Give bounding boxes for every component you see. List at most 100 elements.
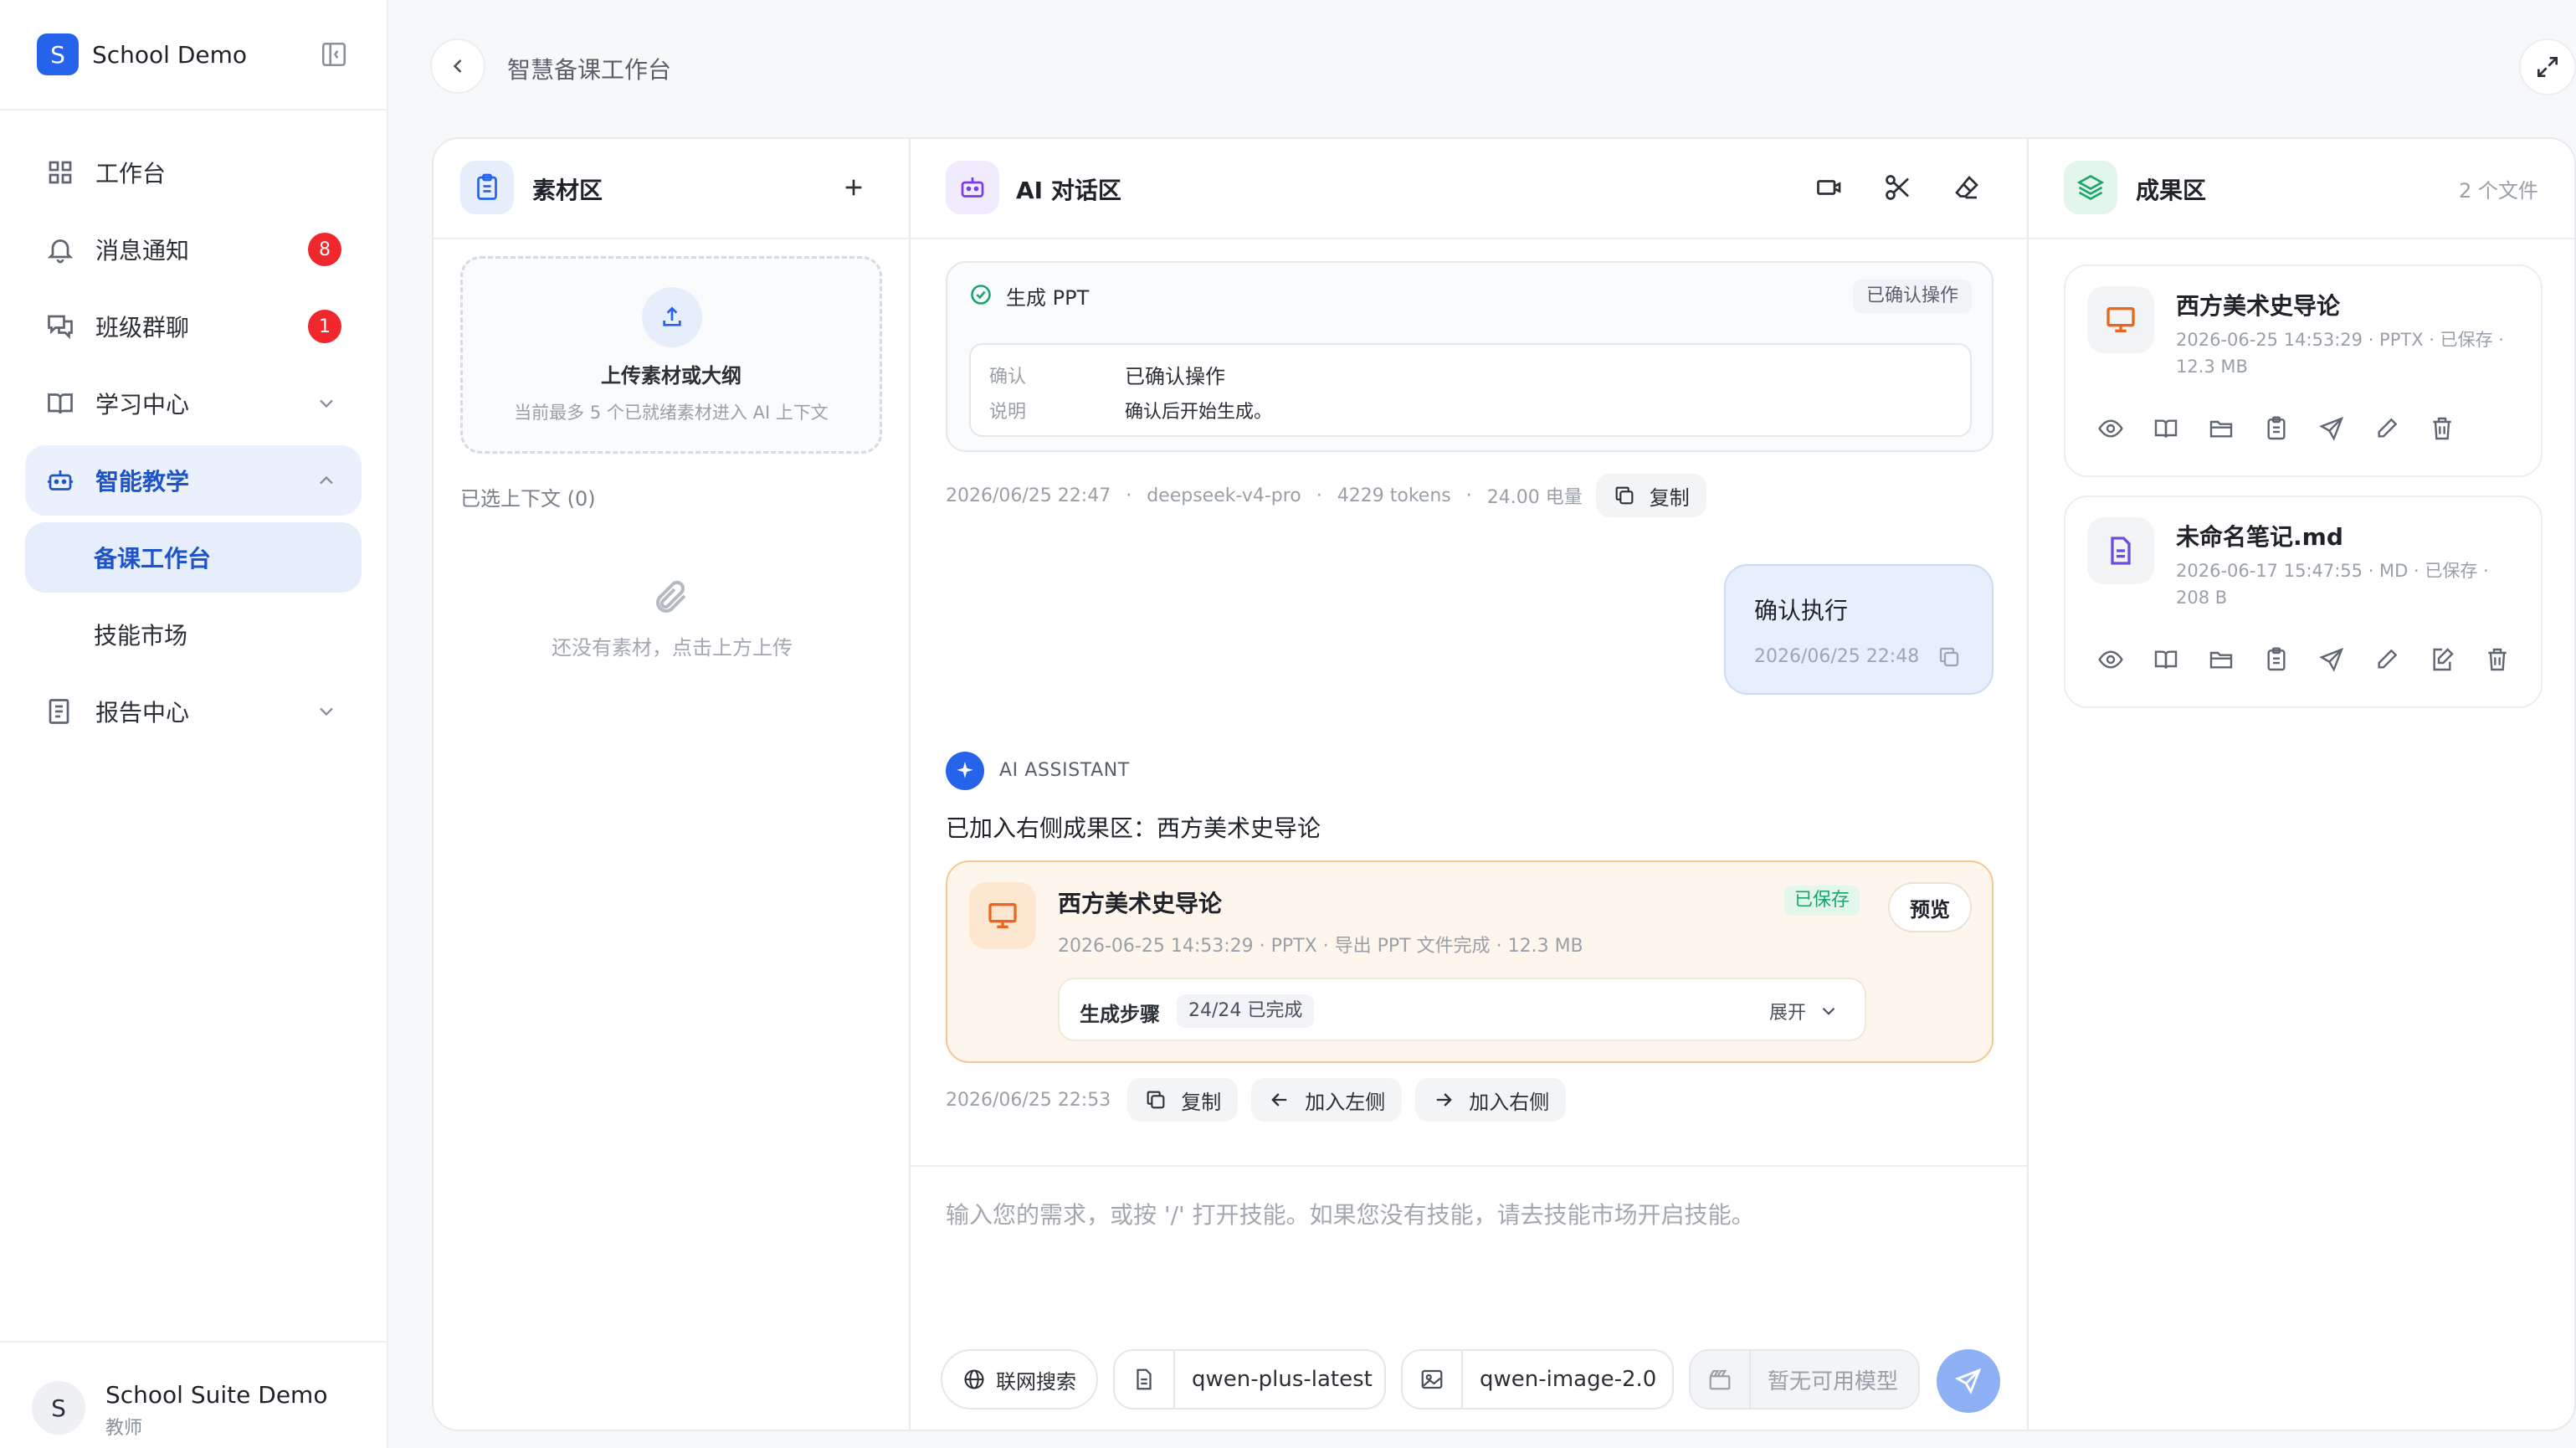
input-toolbar: 联网搜索 qwen-plus-latest qwen-image-2.0 暂无可…	[941, 1349, 1920, 1409]
eye-icon[interactable]	[2097, 415, 2153, 442]
assistant-label: AI ASSISTANT	[999, 760, 1130, 781]
sidebar: S School Demo 工作台 消息通知 8 班级群聊 1 学习中心 智能教…	[0, 0, 388, 1448]
result-card-title: 西方美术史导论	[1058, 890, 1223, 917]
sidebar-item-skill-market[interactable]: 技能市场	[25, 599, 362, 670]
copy-icon	[1615, 486, 1634, 505]
upload-title: 上传素材或大纲	[601, 364, 741, 388]
pencil-icon[interactable]	[2373, 415, 2429, 442]
file-card[interactable]: 西方美术史导论 2026-06-25 14:53:29 · PPTX · 已保存…	[2064, 264, 2543, 477]
sidebar-item-notifications[interactable]: 消息通知 8	[25, 214, 362, 285]
result-card: 西方美术史导论 2026-06-25 14:53:29 · PPTX · 导出 …	[946, 860, 1994, 1063]
user-message-text: 确认执行	[1754, 597, 1849, 624]
sidebar-divider	[0, 109, 388, 110]
web-search-toggle[interactable]: 联网搜索	[941, 1349, 1098, 1409]
book-icon[interactable]	[2153, 646, 2208, 673]
sidebar-item-label: 班级群聊	[95, 314, 190, 341]
back-button[interactable]	[430, 39, 485, 94]
logo-mark: S	[37, 33, 79, 75]
user-profile[interactable]: S School Suite Demo 教师	[0, 1341, 388, 1448]
pencil-icon[interactable]	[2373, 646, 2429, 673]
chat-title: AI 对话区	[1016, 177, 1121, 204]
chevron-down-icon	[1822, 1007, 1835, 1015]
sidebar-collapse-icon[interactable]	[320, 40, 348, 69]
clipboard-icon[interactable]	[2263, 646, 2318, 673]
chat-badge: 1	[308, 310, 341, 343]
generation-steps: 生成步骤 24/24 已完成 展开	[1058, 978, 1866, 1041]
file-meta: 2026-06-25 14:53:29 · PPTX · 已保存 · 12.3 …	[2176, 330, 2504, 377]
file-actions	[2097, 415, 2484, 442]
sidebar-item-label: 消息通知	[95, 237, 190, 264]
panel-divider	[434, 238, 911, 239]
eraser-icon[interactable]	[1952, 172, 1982, 203]
edit-note-icon[interactable]	[2429, 646, 2484, 673]
folder-icon[interactable]	[2208, 415, 2263, 442]
fullscreen-button[interactable]	[2519, 39, 2576, 95]
sidebar-nav: 工作台 消息通知 8 班级群聊 1 学习中心 智能教学 备课工作台 技能市场 报…	[25, 137, 362, 753]
check-circle-icon	[969, 283, 993, 306]
avatar: S	[32, 1381, 85, 1435]
context-label: 已选上下文 (0)	[460, 487, 596, 511]
clipboard-icon	[460, 161, 514, 214]
app-logo[interactable]: S School Demo	[37, 33, 247, 75]
presentation-icon	[2087, 286, 2154, 353]
detail-key: 确认	[989, 367, 1027, 388]
notification-badge: 8	[308, 233, 341, 266]
trash-icon[interactable]	[2484, 646, 2539, 673]
sidebar-item-smart-teaching[interactable]: 智能教学	[25, 445, 362, 516]
preview-button[interactable]: 预览	[1888, 882, 1972, 932]
document-icon	[2087, 517, 2154, 584]
video-model-select[interactable]: 暂无可用模型	[1689, 1349, 1920, 1409]
video-icon[interactable]	[1814, 172, 1845, 203]
expand-steps-button[interactable]: 展开	[1769, 998, 1840, 1024]
clipboard-icon[interactable]	[2263, 415, 2318, 442]
layers-icon	[2064, 161, 2117, 214]
sidebar-item-lesson-workbench[interactable]: 备课工作台	[25, 522, 362, 593]
file-card[interactable]: 未命名笔记.md 2026-06-17 15:47:55 · MD · 已保存 …	[2064, 496, 2543, 708]
model-name: deepseek-v4-pro	[1147, 485, 1301, 506]
token-count: 4229 tokens	[1337, 485, 1451, 506]
sidebar-item-class-chat[interactable]: 班级群聊 1	[25, 291, 362, 362]
add-left-button[interactable]: 加入左侧	[1251, 1078, 1403, 1122]
chat-panel: AI 对话区 生成 PPT 已确认操作 确认 已确认操作 说明 确认后开始生成。…	[909, 137, 2030, 1431]
sidebar-item-learning-center[interactable]: 学习中心	[25, 368, 362, 439]
sparkle-icon	[946, 752, 984, 790]
user-role: 教师	[105, 1418, 143, 1439]
file-title: 未命名笔记.md	[2176, 523, 2343, 551]
user-message: 确认执行 2026/06/25 22:48	[1724, 564, 1994, 695]
chat-icon	[45, 311, 75, 341]
paperclip-icon	[651, 578, 691, 618]
confirm-action-card: 生成 PPT 已确认操作 确认 已确认操作 说明 确认后开始生成。	[946, 261, 1994, 452]
scissors-icon[interactable]	[1883, 172, 1913, 203]
image-model-select[interactable]: qwen-image-2.0	[1401, 1349, 1674, 1409]
chevron-down-icon	[315, 392, 338, 415]
copy-button[interactable]: 复制	[1127, 1078, 1239, 1122]
sidebar-item-report-center[interactable]: 报告中心	[25, 676, 362, 747]
upload-dropzone[interactable]: 上传素材或大纲 当前最多 5 个已就绪素材进入 AI 上下文	[460, 256, 882, 454]
sidebar-item-label: 报告中心	[95, 699, 190, 727]
grid-icon	[45, 157, 75, 187]
trash-icon[interactable]	[2429, 415, 2484, 442]
steps-count-badge: 24/24 已完成	[1177, 994, 1315, 1028]
copy-icon	[1147, 1091, 1165, 1109]
chat-input[interactable]: 输入您的需求，或按 '/' 打开技能。如果您没有技能，请去技能市场开启技能。	[946, 1197, 1755, 1230]
add-right-button[interactable]: 加入右侧	[1415, 1078, 1567, 1122]
file-meta: 2026-06-17 15:47:55 · MD · 已保存 · 208 B	[2176, 561, 2489, 608]
folder-icon[interactable]	[2208, 646, 2263, 673]
copy-button[interactable]: 复制	[1595, 474, 1706, 517]
detail-value: 已确认操作	[1125, 365, 1225, 388]
message-time: 2026/06/25 22:53	[946, 1089, 1111, 1111]
send-icon[interactable]	[2318, 646, 2373, 673]
chevron-down-icon	[315, 700, 338, 723]
page-title: 智慧备课工作台	[507, 56, 672, 84]
text-model-select[interactable]: qwen-plus-latest	[1113, 1349, 1386, 1409]
book-icon[interactable]	[2153, 415, 2208, 442]
message-meta: 2026/06/25 22:53 复制 加入左侧 加入右侧	[946, 1078, 1567, 1122]
send-button[interactable]	[1937, 1349, 2000, 1413]
eye-icon[interactable]	[2097, 646, 2153, 673]
message-meta: 2026/06/25 22:47 · deepseek-v4-pro · 422…	[946, 474, 1706, 517]
send-icon[interactable]	[2318, 415, 2373, 442]
copy-icon[interactable]	[1937, 644, 1962, 670]
confirm-details: 确认 已确认操作 说明 确认后开始生成。	[969, 343, 1972, 437]
add-material-button[interactable]	[840, 174, 867, 201]
sidebar-item-workbench[interactable]: 工作台	[25, 137, 362, 208]
